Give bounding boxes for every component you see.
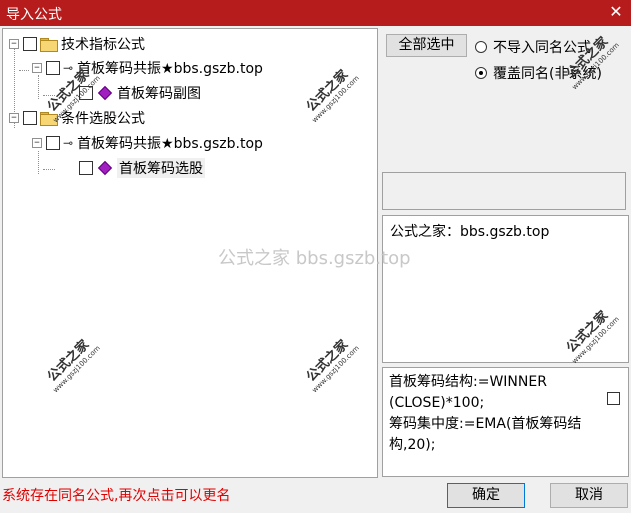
radio-button[interactable]	[475, 41, 487, 53]
collapse-icon[interactable]: −	[9, 39, 19, 49]
select-all-button[interactable]: 全部选中	[386, 34, 467, 57]
folder-icon	[40, 38, 58, 52]
tree-item-tech-indicators[interactable]: − 技术指标公式	[9, 34, 145, 54]
tree-item-stock-selection[interactable]: − 条件选股公式	[9, 108, 145, 128]
tree-checkbox[interactable]	[23, 37, 37, 51]
status-message: 系统存在同名公式,再次点击可以更名	[2, 488, 231, 504]
collapse-icon[interactable]: −	[32, 63, 42, 73]
tree-guide-line	[38, 75, 39, 99]
close-icon[interactable]: ✕	[607, 2, 625, 22]
window-title: 导入公式	[6, 7, 62, 23]
watermark-stamp: 公式之家 www.gszj100.com	[44, 337, 102, 395]
radio-button[interactable]	[475, 67, 487, 79]
watermark-text: 公式之家 bbs.gszb.top	[218, 248, 411, 269]
tree-item-stock-pick[interactable]: 首板筹码选股	[79, 158, 205, 178]
tree-item-sub-chart[interactable]: 首板筹码副图	[79, 83, 201, 103]
formula-line: 构,20);	[389, 437, 436, 453]
key-icon: ⊸	[63, 136, 74, 150]
watermark-stamp: 公式之家 www.gszj100.com	[303, 67, 361, 125]
tree-item-label: 条件选股公式	[61, 111, 145, 127]
tree-item-label: 技术指标公式	[61, 37, 145, 53]
formula-line: 首板筹码结构:=WINNER	[389, 374, 547, 390]
tree-item-label: 首板筹码共振★bbs.gszb.top	[77, 136, 263, 152]
tree-item-label: 首板筹码选股	[117, 158, 205, 178]
diamond-icon	[97, 85, 113, 101]
blank-field	[382, 172, 626, 210]
tree-item-label: 首板筹码副图	[117, 86, 201, 102]
tree-guide-line	[38, 151, 39, 174]
watermark-stamp: 公式之家 www.gszj100.com	[303, 337, 361, 395]
formula-preview: 首板筹码结构:=WINNER (CLOSE)*100; 筹码集中度:=EMA(首…	[382, 367, 629, 477]
cancel-button[interactable]: 取消	[550, 483, 628, 508]
tree-guide-line	[19, 70, 29, 71]
formula-text: 首板筹码结构:=WINNER (CLOSE)*100; 筹码集中度:=EMA(首…	[389, 372, 601, 456]
tree-checkbox[interactable]	[79, 161, 93, 175]
formula-line: (CLOSE)*100;	[389, 395, 485, 411]
title-bar: 导入公式 ✕	[0, 0, 631, 26]
tree-checkbox[interactable]	[46, 61, 60, 75]
collapse-icon[interactable]: −	[9, 113, 19, 123]
formula-line: 筹码集中度:=EMA(首板筹码结	[389, 416, 582, 432]
tree-checkbox[interactable]	[46, 136, 60, 150]
formula-checkbox[interactable]	[607, 392, 620, 405]
ok-button[interactable]: 确定	[447, 483, 525, 508]
tree-guide-line	[43, 169, 55, 170]
tree-item-formula-group[interactable]: − ⊸ 首板筹码共振★bbs.gszb.top	[32, 133, 263, 153]
diamond-icon	[97, 160, 113, 176]
collapse-icon[interactable]: −	[32, 138, 42, 148]
info-text: 公式之家：bbs.gszb.top	[390, 224, 550, 240]
